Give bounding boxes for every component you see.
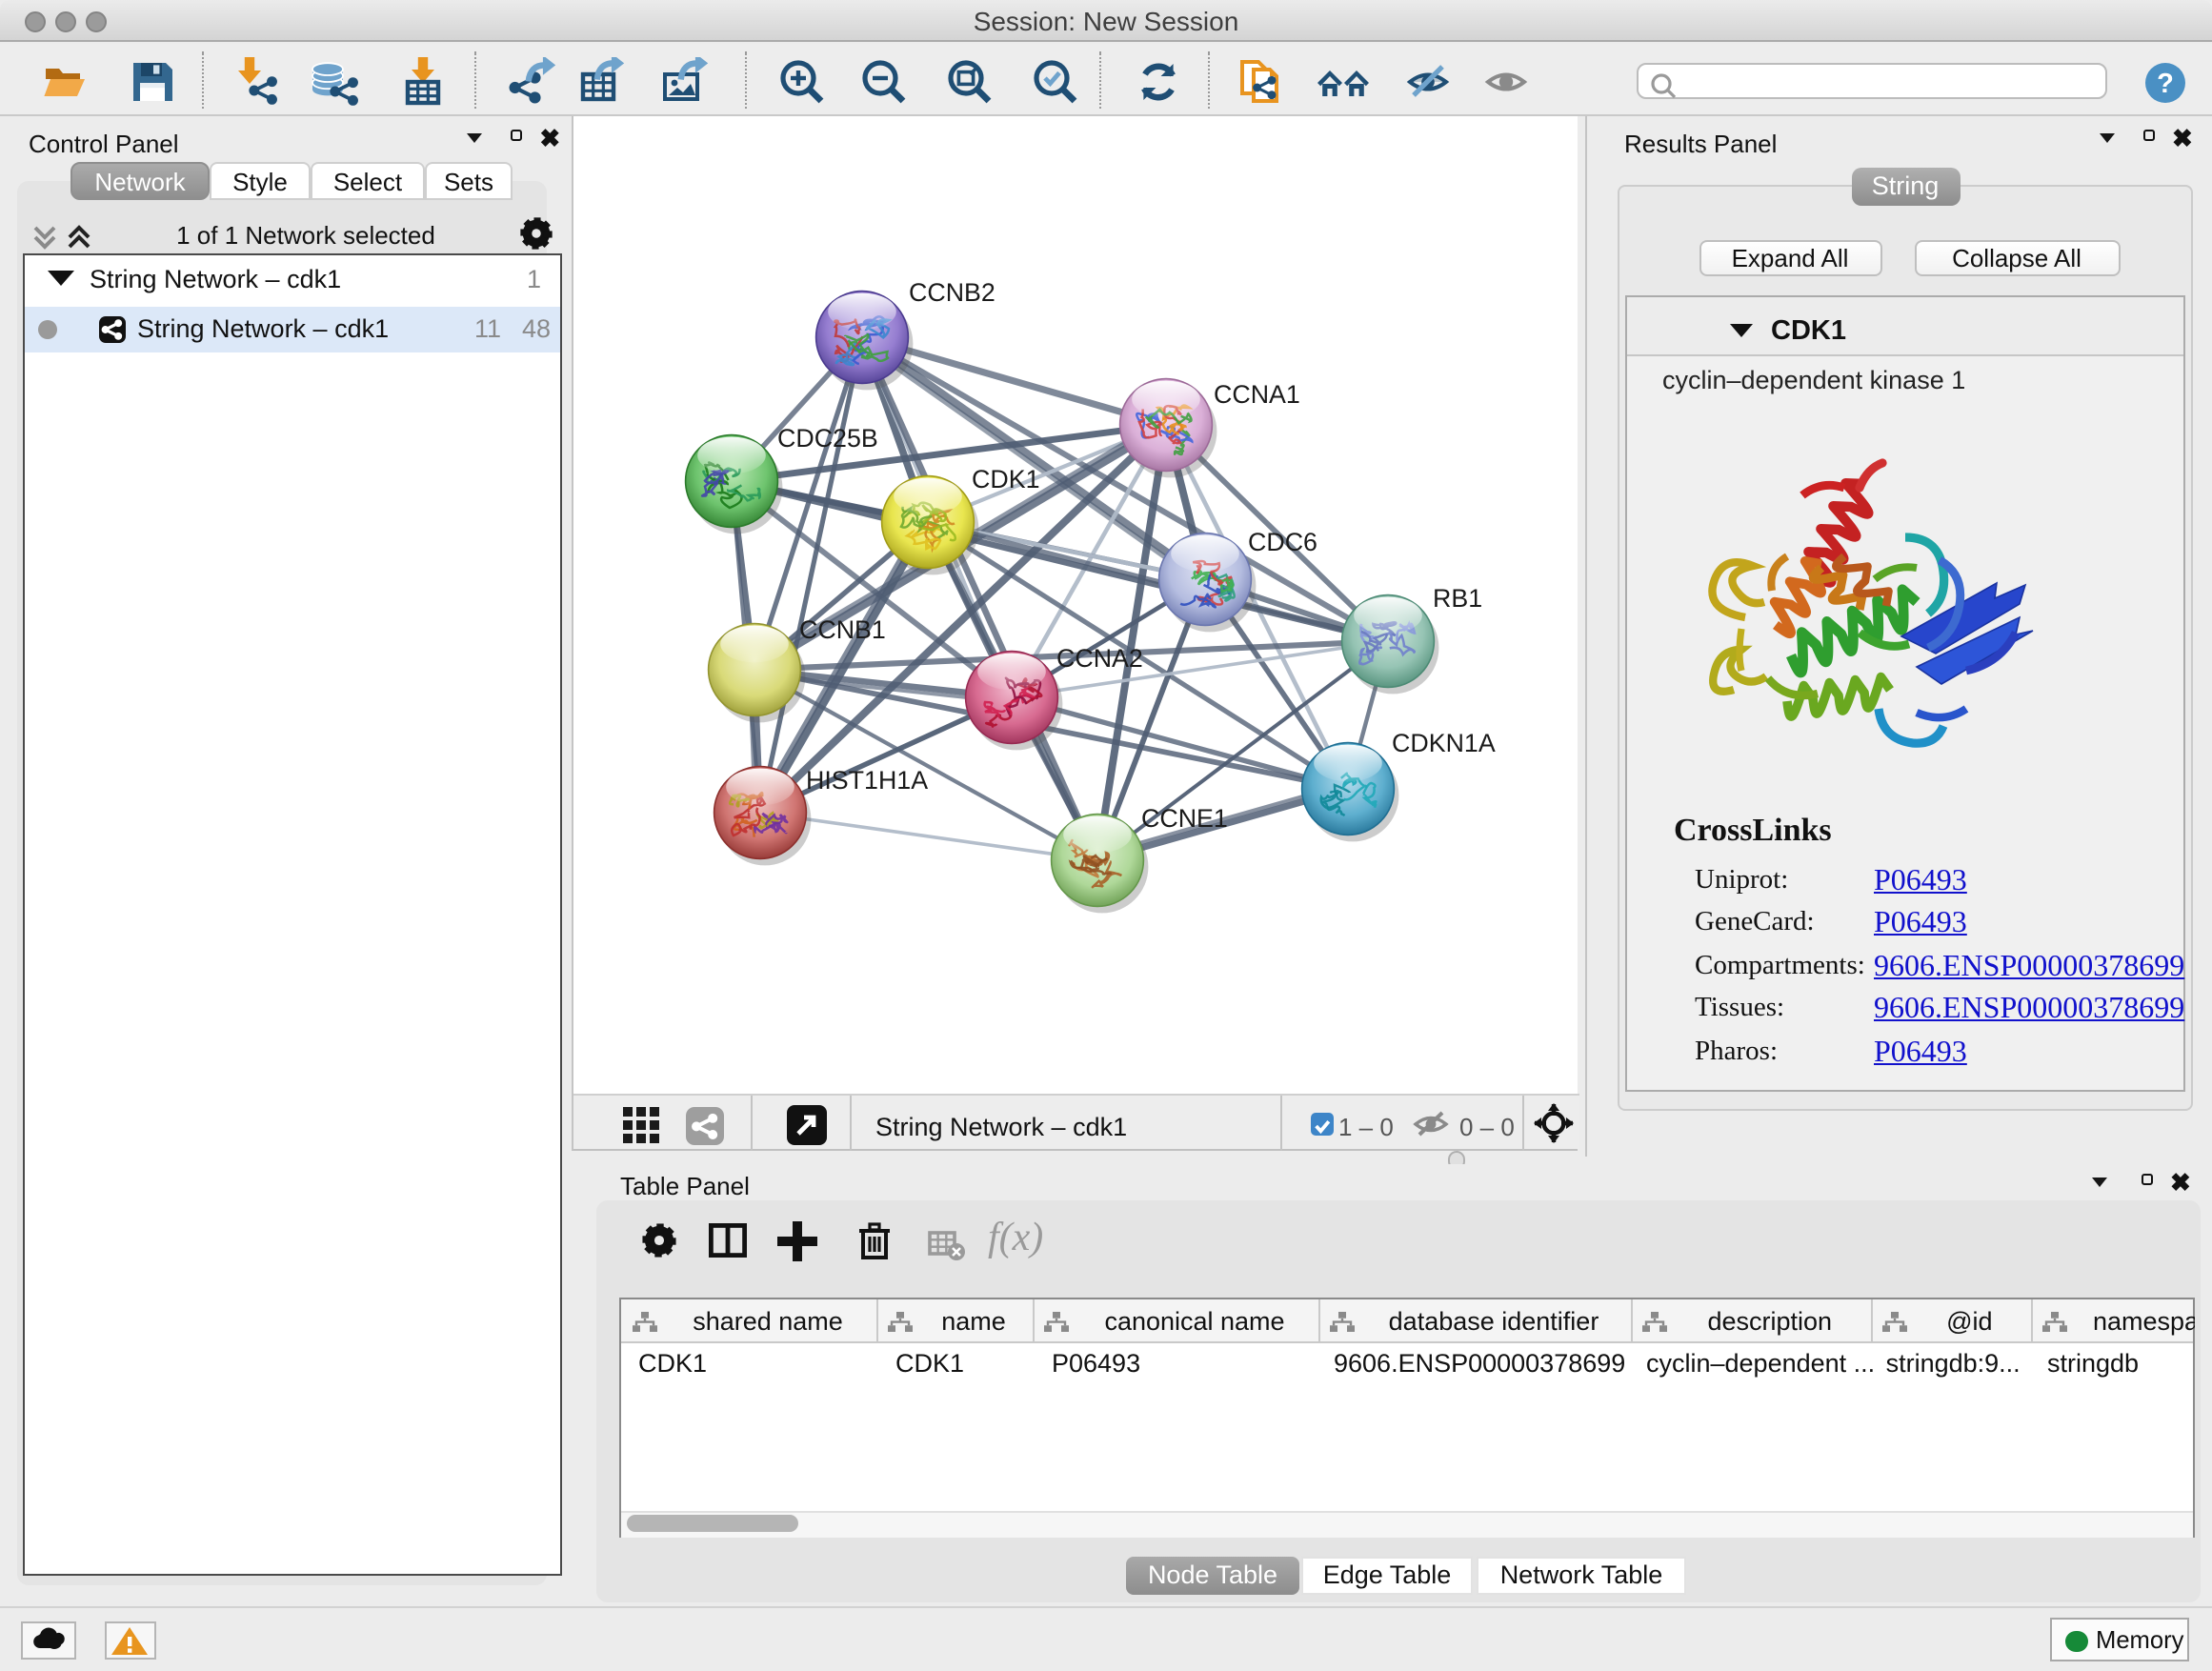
svg-text:CCNB2: CCNB2 (909, 278, 995, 307)
svg-text:CDK1: CDK1 (972, 465, 1039, 493)
svg-text:CDKN1A: CDKN1A (1392, 729, 1496, 757)
svg-text:HIST1H1A: HIST1H1A (806, 766, 928, 795)
svg-text:CDC6: CDC6 (1248, 528, 1317, 556)
svg-text:CCNA2: CCNA2 (1056, 644, 1143, 673)
svg-text:CDC25B: CDC25B (777, 424, 878, 453)
svg-text:?: ? (2157, 68, 2174, 98)
svg-text:CCNE1: CCNE1 (1141, 804, 1228, 833)
svg-text:RB1: RB1 (1433, 584, 1482, 613)
svg-text:CCNB1: CCNB1 (799, 615, 886, 644)
svg-text:CCNA1: CCNA1 (1214, 380, 1300, 409)
